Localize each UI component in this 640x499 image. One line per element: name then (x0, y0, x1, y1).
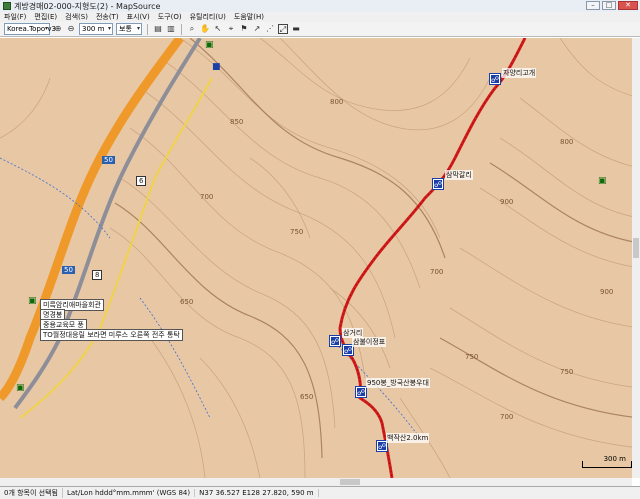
hand-tool-icon[interactable]: ✋ (200, 24, 210, 34)
detail-value: 보통 (119, 25, 132, 33)
menu-bar: 파일(F) 편집(E) 검색(S) 전송(T) 표시(V) 도구(O) 유틸리티… (0, 12, 640, 22)
contour-label: 700 (200, 193, 214, 201)
status-coordinate-format: Lat/Lon hddd°mm.mmm' (WGS 84) (63, 489, 196, 497)
campground-icon[interactable]: ▣ (205, 40, 214, 50)
map-canvas (0, 38, 640, 478)
distance-tool-icon[interactable]: ⤢ (278, 24, 288, 34)
app-icon (3, 2, 11, 10)
maximize-button[interactable]: □ (602, 1, 616, 10)
toolbar-separator (147, 23, 148, 35)
status-selection: 0개 항목이 선택됨 (0, 488, 63, 498)
campground-icon[interactable]: ▣ (598, 176, 607, 186)
chevron-down-icon: ▾ (136, 25, 140, 32)
status-bar: 0개 항목이 선택됨 Lat/Lon hddd°mm.mmm' (WGS 84)… (0, 486, 640, 499)
close-button[interactable]: ✕ (618, 1, 638, 10)
contour-label: 750 (290, 228, 304, 236)
hiker-waypoint-icon[interactable]: ☍ (432, 178, 444, 190)
campground-icon[interactable]: ▣ (16, 383, 25, 393)
chevron-down-icon: ▾ (44, 25, 48, 32)
menu-tools[interactable]: 도구(O) (154, 12, 186, 22)
waypoint-tool-icon[interactable]: ⚑ (239, 24, 249, 34)
gps-track-points (339, 38, 526, 478)
zoom-scale-select[interactable]: 300 m ▾ (79, 23, 113, 35)
map-tool-icon[interactable]: ⌖ (226, 24, 236, 34)
menu-search[interactable]: 검색(S) (61, 12, 92, 22)
horizontal-scrollbar[interactable] (0, 478, 632, 486)
gps-track (338, 38, 527, 478)
select-tool-icon[interactable]: ↖ (213, 24, 223, 34)
profile-tool-icon[interactable]: ▬ (291, 24, 301, 34)
status-cursor-position: N37 36.527 E128 27.820, 590 m (195, 489, 319, 497)
map-product-select[interactable]: Korea.Topo v3 ▾ (4, 23, 56, 35)
highway-shield: 6 (136, 176, 147, 186)
map-product-value: Korea.Topo v3 (7, 25, 56, 33)
vertical-scrollbar[interactable] (632, 38, 640, 478)
contour-label: 900 (500, 198, 514, 206)
detail-select[interactable]: 보통 ▾ (116, 23, 142, 35)
route-tool-icon[interactable]: ↗ (252, 24, 262, 34)
highway-shield: 8 (92, 270, 103, 280)
menu-edit[interactable]: 편집(E) (30, 12, 61, 22)
contour-label: 800 (330, 98, 344, 106)
contour-label: 800 (560, 138, 574, 146)
menu-view[interactable]: 표시(V) (123, 12, 154, 22)
scroll-thumb[interactable] (340, 479, 360, 485)
contour-label: 650 (180, 298, 194, 306)
index-contours (114, 38, 640, 459)
highway-shield: 50 (62, 266, 75, 274)
scale-label: 300 m (603, 455, 626, 463)
hiker-waypoint-icon[interactable]: ☍ (329, 335, 341, 347)
window-title: 계방경매02-000-지형도(2) - MapSource (14, 1, 161, 11)
track-tool-icon[interactable]: ⋰ (265, 24, 275, 34)
menu-help[interactable]: 도움말(H) (230, 12, 268, 22)
highway-shield: 50 (102, 156, 115, 164)
menu-file[interactable]: 파일(F) (0, 12, 30, 22)
receive-from-device-icon[interactable]: ▤ (153, 24, 163, 34)
hiker-waypoint-icon[interactable]: ☍ (489, 73, 501, 85)
scroll-thumb[interactable] (633, 238, 639, 258)
contour-label: 700 (500, 413, 514, 421)
menu-transfer[interactable]: 전송(T) (92, 12, 123, 22)
minimize-button[interactable]: – (586, 1, 600, 10)
contour-label: 850 (230, 118, 244, 126)
poi-callout[interactable]: TO월정대응릴 보라면 미루스 오른쪽 전주 통탁 (40, 329, 183, 341)
toolbar-separator (181, 23, 182, 35)
zoom-scale-value: 300 m (82, 25, 105, 33)
zoom-tool-icon[interactable]: ⌕ (187, 24, 197, 34)
contour-lines (0, 38, 640, 478)
waypoint-label: 자양리고개 (502, 68, 537, 78)
hiker-waypoint-icon[interactable]: ☍ (355, 386, 367, 398)
campground-icon[interactable]: ▣ (28, 296, 37, 306)
zoom-out-icon[interactable]: ⊖ (66, 24, 76, 34)
chevron-down-icon: ▾ (107, 25, 111, 32)
contour-label: 650 (300, 393, 314, 401)
contour-label: 900 (600, 288, 614, 296)
send-to-device-icon[interactable]: ▥ (166, 24, 176, 34)
waypoint-label: 백작산2.0km (386, 433, 430, 443)
toolbar: Korea.Topo v3 ▾ ⊕ ⊖ 300 m ▾ 보통 ▾ ▤ ▥ ⌕ ✋… (0, 22, 640, 37)
contour-label: 750 (560, 368, 574, 376)
waypoint-label: 삼불이정표 (352, 337, 387, 347)
waypoint-label: 950봉_방국산봉우대 (366, 378, 430, 388)
contour-label: 750 (465, 353, 479, 361)
building-icon[interactable]: ■ (212, 62, 221, 72)
map-view[interactable]: 50 6 50 8 850 800 750 700 900 650 700 80… (0, 38, 640, 478)
menu-utilities[interactable]: 유틸리티(U) (186, 12, 230, 22)
contour-label: 700 (430, 268, 444, 276)
waypoint-label: 삼막갈리 (445, 170, 473, 180)
